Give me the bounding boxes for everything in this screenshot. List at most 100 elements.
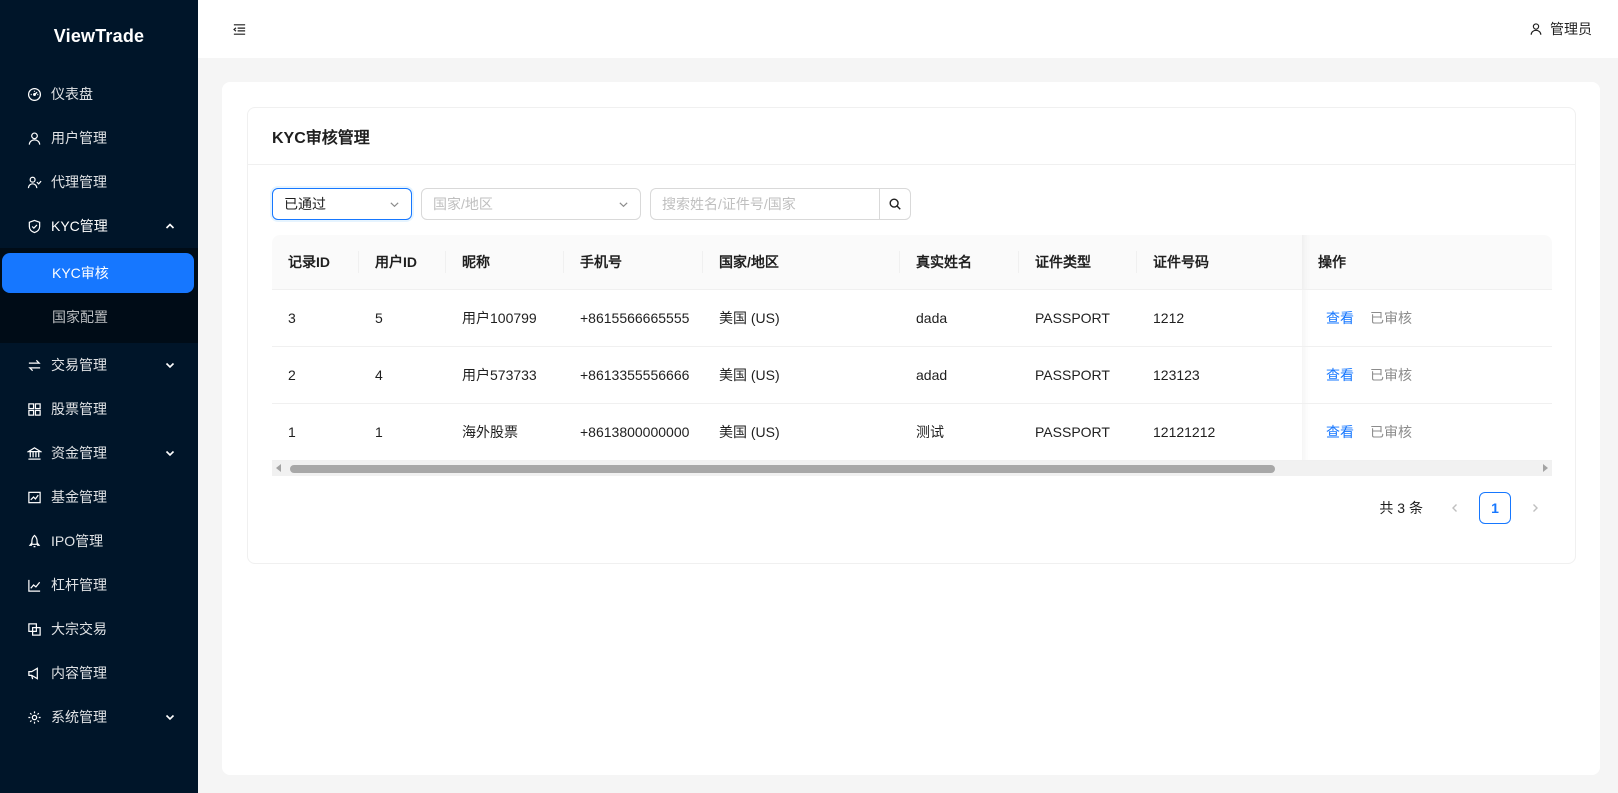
cell-user-id: 4: [359, 346, 446, 404]
cell-id-number: 12121212: [1137, 403, 1302, 461]
scrollbar-thumb[interactable]: [290, 464, 1275, 473]
sidebar-item-block-trade[interactable]: 大宗交易: [0, 607, 198, 651]
kyc-submenu: KYC审核 国家配置: [0, 248, 198, 343]
sidebar-item-label: 资金管理: [51, 445, 107, 461]
sidebar-item-stocks[interactable]: 股票管理: [0, 387, 198, 431]
sidebar-item-content[interactable]: 内容管理: [0, 651, 198, 695]
sidebar-item-label: 系统管理: [51, 709, 107, 725]
search-icon: [889, 198, 901, 210]
cell-actions: 查看 已审核: [1302, 289, 1552, 347]
kyc-table-wrapper: 记录ID 用户ID 昵称 手机号 国家/地区 真实姓名 证件类型 证件号码 操作…: [272, 235, 1552, 476]
sidebar-subitem-label: KYC审核: [52, 265, 109, 281]
sidebar-item-label: 杠杆管理: [51, 577, 107, 593]
page-button-current[interactable]: 1: [1479, 492, 1511, 524]
sidebar-item-trading[interactable]: 交易管理: [0, 343, 198, 387]
status-select[interactable]: 已通过: [272, 188, 412, 220]
cell-nickname: 用户100799: [446, 289, 564, 347]
column-header: 记录ID: [272, 235, 359, 290]
table-row: 3 5 用户100799 +8615566665555 美国 (US) dada…: [272, 289, 1552, 347]
search-button[interactable]: [879, 188, 911, 220]
country-select[interactable]: 国家/地区: [421, 188, 641, 220]
column-header: 国家/地区: [703, 235, 900, 290]
filter-bar: 已通过 国家/地区: [272, 188, 911, 220]
menu-fold-icon[interactable]: [230, 20, 248, 38]
table-header-row: 记录ID 用户ID 昵称 手机号 国家/地区 真实姓名 证件类型 证件号码 操作: [272, 235, 1552, 290]
cell-phone: +8613355556666: [564, 346, 703, 404]
search-group: [650, 188, 911, 220]
chevron-up-icon: [164, 220, 176, 232]
cell-real-name: dada: [900, 289, 1019, 347]
cell-country: 美国 (US): [703, 346, 900, 404]
cell-country: 美国 (US): [703, 403, 900, 461]
search-input[interactable]: [650, 188, 879, 220]
sidebar-subitem-country-config[interactable]: 国家配置: [2, 297, 194, 337]
bank-icon: [26, 445, 42, 461]
scroll-right-icon[interactable]: [1543, 463, 1548, 472]
kyc-review-card: KYC审核管理 已通过 国家/地区 记录ID 用户ID 昵: [247, 107, 1576, 564]
chevron-down-icon: [390, 201, 399, 207]
kyc-table: 记录ID 用户ID 昵称 手机号 国家/地区 真实姓名 证件类型 证件号码 操作…: [272, 235, 1552, 461]
sidebar-item-leverage[interactable]: 杠杆管理: [0, 563, 198, 607]
sidebar-item-label: 基金管理: [51, 489, 107, 505]
country-select-placeholder: 国家/地区: [433, 196, 493, 212]
cell-nickname: 用户573733: [446, 346, 564, 404]
sidebar-item-kyc[interactable]: KYC管理: [0, 204, 198, 248]
gear-icon: [26, 709, 42, 725]
sidebar-menu-lower: 交易管理 股票管理 资金管理 基金管理 IPO管理 杠杆管理 大宗交易 内容管理…: [0, 343, 198, 739]
next-page-button[interactable]: [1519, 492, 1551, 524]
chevron-down-icon: [164, 359, 176, 371]
shield-check-icon: [26, 218, 42, 234]
grid-icon: [26, 401, 42, 417]
sidebar-item-label: 代理管理: [51, 174, 107, 190]
user-icon: [26, 130, 42, 146]
swap-icon: [26, 357, 42, 373]
notification-icon: [26, 665, 42, 681]
sidebar-item-dashboard[interactable]: 仪表盘: [0, 72, 198, 116]
column-header: 真实姓名: [900, 235, 1019, 290]
sidebar-item-label: KYC管理: [51, 218, 108, 234]
review-status: 已审核: [1370, 309, 1412, 326]
sidebar-item-label: 股票管理: [51, 401, 107, 417]
sidebar-item-system[interactable]: 系统管理: [0, 695, 198, 739]
sidebar-item-label: 内容管理: [51, 665, 107, 681]
cell-actions: 查看 已审核: [1302, 346, 1552, 404]
view-link[interactable]: 查看: [1326, 367, 1354, 383]
sidebar-item-ipo[interactable]: IPO管理: [0, 519, 198, 563]
agent-icon: [26, 174, 42, 190]
column-header: 昵称: [446, 235, 564, 290]
prev-page-button[interactable]: [1439, 492, 1471, 524]
sidebar-item-fund[interactable]: 基金管理: [0, 475, 198, 519]
horizontal-scrollbar[interactable]: [272, 460, 1552, 476]
view-link[interactable]: 查看: [1326, 424, 1354, 440]
dashboard-icon: [26, 86, 42, 102]
sidebar-item-agents[interactable]: 代理管理: [0, 160, 198, 204]
review-status: 已审核: [1370, 366, 1412, 383]
cell-id-type: PASSPORT: [1019, 289, 1137, 347]
cell-record-id: 2: [272, 346, 359, 404]
chevron-down-icon: [619, 201, 628, 207]
cell-id-number: 123123: [1137, 346, 1302, 404]
scroll-left-icon[interactable]: [276, 463, 281, 472]
user-menu[interactable]: 管理员: [1529, 19, 1592, 39]
card-title: KYC审核管理: [248, 108, 1575, 165]
sidebar-subitem-label: 国家配置: [52, 309, 108, 325]
sidebar-subitem-kyc-review[interactable]: KYC审核: [2, 253, 194, 293]
pagination: 共 3 条 1: [1379, 492, 1551, 524]
column-header: 操作: [1302, 235, 1552, 290]
chevron-left-icon: [1452, 504, 1457, 512]
cell-actions: 查看 已审核: [1302, 403, 1552, 461]
sidebar-item-funds-capital[interactable]: 资金管理: [0, 431, 198, 475]
sidebar-item-label: 大宗交易: [51, 621, 107, 637]
fund-chart-icon: [26, 489, 42, 505]
user-name: 管理员: [1550, 21, 1592, 37]
table-row: 1 1 海外股票 +8613800000000 美国 (US) 测试 PASSP…: [272, 403, 1552, 461]
column-header: 手机号: [564, 235, 703, 290]
sidebar-item-users[interactable]: 用户管理: [0, 116, 198, 160]
view-link[interactable]: 查看: [1326, 310, 1354, 326]
cell-nickname: 海外股票: [446, 403, 564, 461]
review-status: 已审核: [1370, 423, 1412, 440]
cell-id-number: 1212: [1137, 289, 1302, 347]
status-select-value: 已通过: [284, 196, 326, 212]
sidebar-item-label: 交易管理: [51, 357, 107, 373]
chevron-down-icon: [164, 711, 176, 723]
